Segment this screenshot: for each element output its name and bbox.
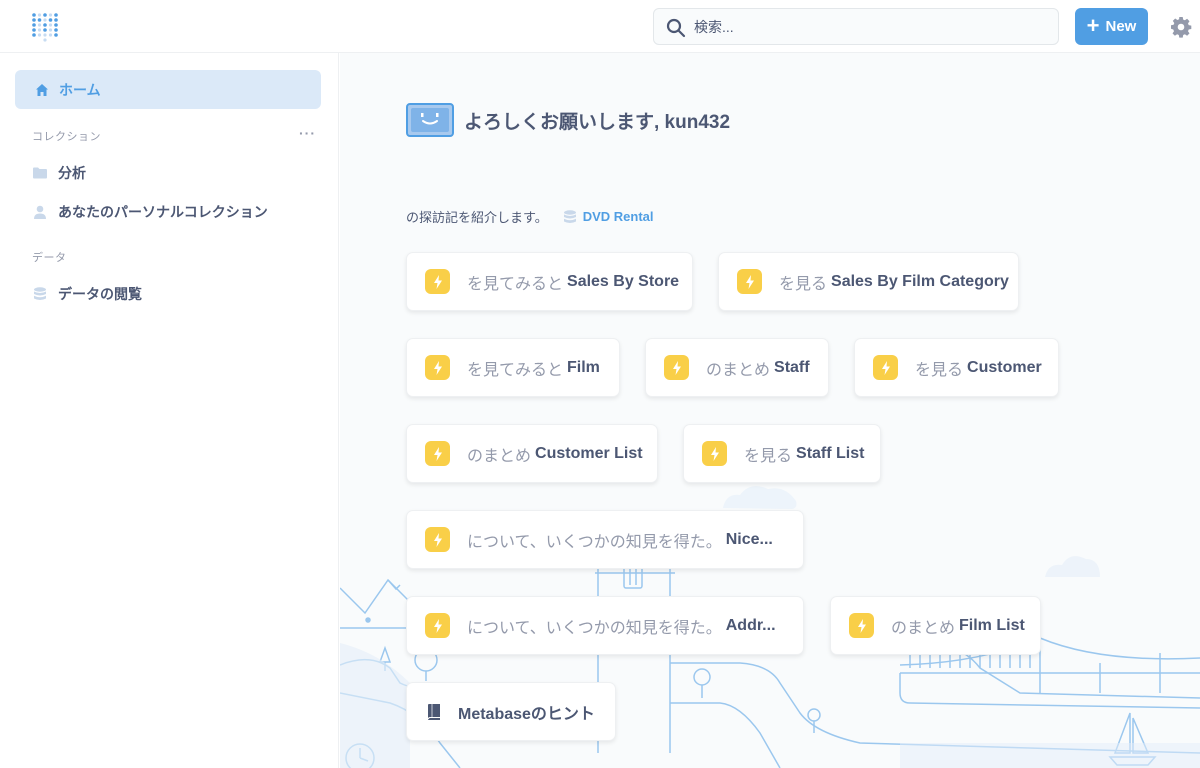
- home-icon: [36, 83, 48, 96]
- sidebar-item-label: ホーム: [59, 81, 101, 98]
- card-prefix: のまとめ: [706, 361, 771, 379]
- card-target: Staff List: [796, 444, 865, 462]
- gear-icon[interactable]: [1169, 15, 1193, 39]
- collections-header: コレクション: [32, 131, 101, 143]
- card-target: Nice...: [725, 530, 773, 548]
- xray-card[interactable]: について、いくつかの知見を得た。 Addr...: [406, 596, 804, 655]
- metabase-tips-card[interactable]: Metabaseのヒント: [406, 682, 616, 741]
- sidebar-item-label: 分析: [58, 165, 86, 181]
- top-navigation-bar: + New: [0, 0, 1200, 53]
- database-icon: [34, 287, 46, 300]
- plus-icon: +: [1086, 12, 1100, 38]
- collections-more-button[interactable]: ···: [299, 125, 316, 141]
- xray-card[interactable]: のまとめ Film List: [830, 596, 1041, 655]
- card-target: Sales By Store: [567, 272, 680, 290]
- card-prefix: を見てみると: [467, 275, 564, 293]
- bolt-icon: [664, 355, 689, 380]
- search-icon: [666, 18, 686, 38]
- xray-card[interactable]: を見る Staff List: [683, 424, 881, 483]
- xray-card[interactable]: を見てみると Sales By Store: [406, 252, 693, 311]
- card-target: Customer List: [535, 444, 643, 462]
- data-header: データ: [32, 252, 67, 264]
- card-target: Addr...: [725, 616, 776, 634]
- card-prefix: を見てみると: [467, 361, 564, 379]
- sidebar-item-personal-collection[interactable]: あなたのパーソナルコレクション: [32, 202, 268, 222]
- database-icon: [563, 209, 576, 223]
- card-prefix: を見る: [744, 447, 793, 465]
- new-button-label: New: [1105, 18, 1137, 35]
- database-link[interactable]: DVD Rental: [562, 209, 654, 225]
- database-name: DVD Rental: [582, 209, 654, 224]
- xray-card[interactable]: を見る Customer: [854, 338, 1059, 397]
- new-button[interactable]: + New: [1075, 8, 1148, 45]
- xray-card[interactable]: のまとめ Customer List: [406, 424, 658, 483]
- xray-card[interactable]: のまとめ Staff: [645, 338, 829, 397]
- intro-text: の探訪記を紹介します。: [406, 210, 548, 225]
- metabot-icon: [406, 103, 454, 137]
- book-icon: [428, 703, 440, 720]
- landscape-illustration: [340, 486, 1200, 768]
- xray-intro: の探訪記を紹介します。 DVD Rental: [406, 207, 654, 226]
- xray-card[interactable]: を見てみると Film: [406, 338, 620, 397]
- card-target: Sales By Film Category: [831, 272, 1009, 290]
- sidebar-item-label: あなたのパーソナルコレクション: [58, 204, 268, 220]
- search-bar[interactable]: [653, 8, 1059, 45]
- greeting: よろしくお願いします, kun432: [406, 103, 730, 137]
- search-input[interactable]: [694, 15, 1044, 39]
- card-target: Film: [567, 358, 600, 376]
- sidebar-item-label: データの閲覧: [58, 286, 142, 302]
- bolt-icon: [849, 613, 874, 638]
- card-prefix: を見る: [779, 275, 828, 293]
- card-prefix: のまとめ: [891, 619, 956, 637]
- card-prefix: のまとめ: [467, 447, 532, 465]
- sidebar: ホーム コレクション ··· 分析 あなたのパーソナルコレクション データ デー…: [0, 53, 339, 768]
- bolt-icon: [425, 269, 450, 294]
- bolt-icon: [702, 441, 727, 466]
- card-prefix: について、いくつかの知見を得た。: [467, 619, 722, 637]
- hint-label: Metabaseのヒント: [458, 705, 595, 723]
- sidebar-item-home[interactable]: ホーム: [15, 70, 321, 109]
- main-content: よろしくお願いします, kun432 の探訪記を紹介します。 DVD Renta…: [340, 53, 1200, 768]
- sidebar-item-browse-data[interactable]: データの閲覧: [32, 284, 142, 304]
- bolt-icon: [425, 355, 450, 380]
- bolt-icon: [425, 441, 450, 466]
- bolt-icon: [737, 269, 762, 294]
- xray-card[interactable]: について、いくつかの知見を得た。 Nice...: [406, 510, 804, 569]
- card-prefix: を見る: [915, 361, 964, 379]
- bolt-icon: [425, 613, 450, 638]
- card-target: Staff: [774, 358, 810, 376]
- folder-icon: [33, 167, 47, 179]
- card-target: Film List: [959, 616, 1025, 634]
- sidebar-item-analysis[interactable]: 分析: [32, 163, 86, 183]
- person-icon: [34, 205, 46, 219]
- greeting-text: よろしくお願いします, kun432: [464, 111, 731, 133]
- card-target: Customer: [967, 358, 1042, 376]
- metabase-logo[interactable]: [30, 12, 60, 42]
- card-prefix: について、いくつかの知見を得た。: [467, 533, 722, 551]
- bolt-icon: [425, 527, 450, 552]
- bolt-icon: [873, 355, 898, 380]
- xray-card[interactable]: を見る Sales By Film Category: [718, 252, 1019, 311]
